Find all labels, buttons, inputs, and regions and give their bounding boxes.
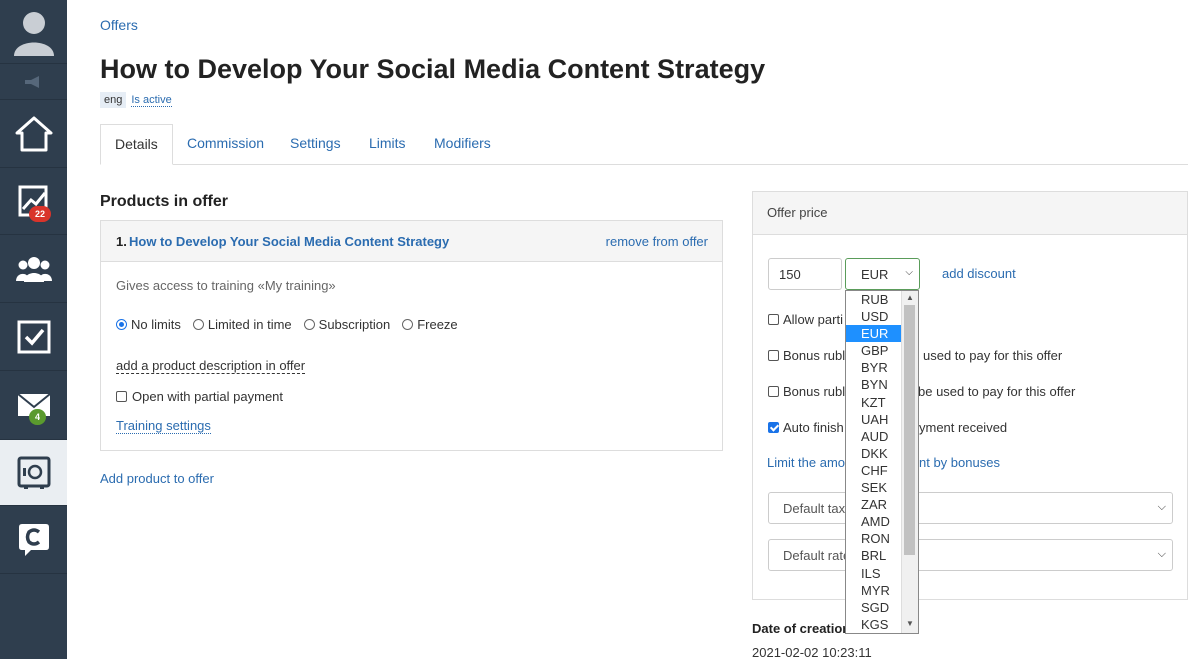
add-product-description-link[interactable]: add a product description in offer: [116, 358, 306, 374]
chat-item[interactable]: [0, 506, 67, 574]
bonus-rubles-label-2-tail: be used to pay for this offer: [918, 384, 1076, 399]
tags: eng Is active: [100, 92, 172, 108]
chat-icon: [18, 523, 49, 556]
bonus-rubles-row-1[interactable]: Bonus rubl: [768, 348, 845, 363]
radio-label: Subscription: [318, 317, 391, 332]
auto-finish-row[interactable]: Auto finish: [768, 420, 844, 435]
user-avatar[interactable]: [0, 0, 67, 64]
limit-bonuses-link[interactable]: Limit the amo: [767, 455, 845, 470]
bonus-rubles-label-1: Bonus rubl: [783, 348, 846, 363]
chevron-down-icon: ⌵: [1157, 501, 1166, 513]
tasks-item[interactable]: [0, 303, 67, 371]
tab-modifiers[interactable]: Modifiers: [434, 124, 491, 164]
status-link[interactable]: Is active: [131, 94, 172, 107]
radio-indicator[interactable]: [303, 319, 315, 330]
bonus-rubles-checkbox-2[interactable]: [768, 386, 779, 397]
tab-commission[interactable]: Commission: [187, 124, 264, 164]
allow-partial-row[interactable]: Allow parti: [768, 312, 843, 327]
chevron-down-icon: ⌵: [905, 267, 913, 278]
radio-label: No limits: [131, 317, 181, 332]
home-item[interactable]: [0, 100, 67, 168]
dropdown-scrollbar[interactable]: ▲ ▼: [901, 291, 918, 633]
users-icon: [15, 256, 52, 282]
training-settings-link[interactable]: Training settings: [116, 418, 211, 434]
currency-value: EUR: [861, 267, 889, 282]
default-tax-value: Default tax: [783, 501, 846, 516]
mail-badge: 4: [29, 409, 47, 425]
date-created-value: 2021-02-02 10:23:11: [752, 645, 872, 660]
radio-indicator[interactable]: [402, 319, 414, 330]
megaphone-icon: [24, 75, 39, 88]
bonus-rubles-row-2[interactable]: Bonus rubl: [768, 384, 845, 399]
auto-finish-label-tail: yment received: [919, 420, 1008, 435]
checkbox-icon: [17, 320, 50, 353]
allow-partial-label: Allow parti: [783, 312, 843, 327]
sales-item[interactable]: [0, 440, 67, 506]
currency-select[interactable]: EUR ⌵: [845, 258, 920, 290]
default-rate-select[interactable]: Default rate ⌵: [768, 539, 1173, 571]
tab-limits[interactable]: Limits: [369, 124, 406, 164]
tabs: Details Commission Settings Limits Modif…: [100, 124, 1188, 165]
access-description: Gives access to training «My training»: [116, 278, 336, 293]
safe-icon: [17, 456, 50, 489]
breadcrumb-offers[interactable]: Offers: [100, 17, 138, 33]
default-tax-select[interactable]: Default tax ⌵: [768, 492, 1173, 524]
announcements-item[interactable]: [0, 64, 67, 100]
chevron-down-icon: ⌵: [1157, 548, 1166, 560]
radio-label: Freeze: [417, 317, 458, 332]
bonus-rubles-checkbox-1[interactable]: [768, 350, 779, 361]
currency-option[interactable]: EUR: [846, 325, 901, 343]
language-tag: eng: [100, 92, 127, 108]
offer-price-header: Offer price: [753, 192, 1187, 235]
bonus-rubles-label-2: Bonus rubl: [783, 384, 846, 399]
analytics-badge: 22: [29, 206, 52, 222]
tab-settings[interactable]: Settings: [290, 124, 341, 164]
radio-limited-in-time[interactable]: Limited in time: [192, 317, 292, 332]
access-type-radios: No limits Limited in time Subscription F…: [116, 317, 458, 332]
limit-bonuses-link-tail[interactable]: nt by bonuses: [919, 455, 1000, 470]
radio-indicator[interactable]: [192, 319, 204, 330]
partial-payment-checkbox[interactable]: [116, 391, 127, 402]
partial-payment-checkbox-row[interactable]: Open with partial payment: [116, 389, 283, 404]
radio-no-limits[interactable]: No limits: [116, 317, 181, 332]
radio-freeze[interactable]: Freeze: [402, 317, 458, 332]
product-number: 1.: [116, 234, 127, 249]
auto-finish-label: Auto finish: [783, 420, 844, 435]
sidebar: 22 4: [0, 0, 67, 659]
price-input[interactable]: 150: [768, 258, 842, 290]
mail-item[interactable]: 4: [0, 371, 67, 440]
scroll-up-icon[interactable]: ▲: [906, 293, 914, 302]
radio-indicator[interactable]: [116, 319, 127, 330]
currency-dropdown-list[interactable]: RUB USD EUR GBP BYR BYN KZT UAH AUD DKK CHF SEK ZAR A…: [845, 290, 919, 634]
users-item[interactable]: [0, 235, 67, 303]
bonus-rubles-label-1-tail: used to pay for this offer: [923, 348, 1063, 363]
product-header: 1. How to Develop Your Social Media Cont…: [101, 221, 722, 262]
offer-price-panel: Offer price 150 EUR ⌵ add discount Allow…: [752, 191, 1188, 600]
analytics-item[interactable]: 22: [0, 168, 67, 235]
home-icon: [15, 116, 52, 151]
products-section-title: Products in offer: [100, 193, 229, 210]
user-icon: [13, 11, 54, 56]
radio-label: Limited in time: [207, 317, 292, 332]
radio-subscription[interactable]: Subscription: [303, 317, 391, 332]
scroll-down-icon[interactable]: ▼: [906, 619, 914, 628]
product-name-link[interactable]: How to Develop Your Social Media Content…: [129, 234, 449, 249]
add-product-link[interactable]: Add product to offer: [100, 471, 214, 486]
scrollbar-thumb[interactable]: [904, 305, 915, 555]
remove-from-offer-link[interactable]: remove from offer: [606, 234, 708, 249]
allow-partial-checkbox[interactable]: [768, 314, 779, 325]
page-title: How to Develop Your Social Media Content…: [100, 54, 766, 84]
product-card: 1. How to Develop Your Social Media Cont…: [100, 220, 723, 451]
add-discount-link[interactable]: add discount: [942, 266, 1016, 281]
default-rate-value: Default rate: [783, 548, 851, 563]
partial-payment-label: Open with partial payment: [132, 389, 284, 404]
auto-finish-checkbox[interactable]: [768, 422, 779, 433]
tab-details[interactable]: Details: [100, 124, 173, 165]
date-created-label: Date of creation: [752, 621, 851, 636]
